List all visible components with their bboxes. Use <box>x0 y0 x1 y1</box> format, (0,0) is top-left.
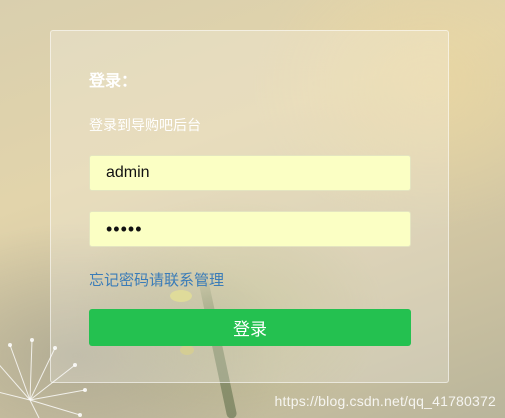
watermark: https://blog.csdn.net/qq_41780372 <box>274 393 496 409</box>
username-input[interactable] <box>89 155 411 191</box>
login-title: 登录： <box>89 71 138 90</box>
forgot-password-link[interactable]: 忘记密码请联系管理 <box>89 269 224 290</box>
password-input[interactable] <box>89 211 411 247</box>
login-subtitle: 登录到导购吧后台 <box>89 118 201 134</box>
login-panel: 登录： 登录到导购吧后台 忘记密码请联系管理 登录 <box>50 30 449 383</box>
login-button[interactable]: 登录 <box>89 309 411 346</box>
